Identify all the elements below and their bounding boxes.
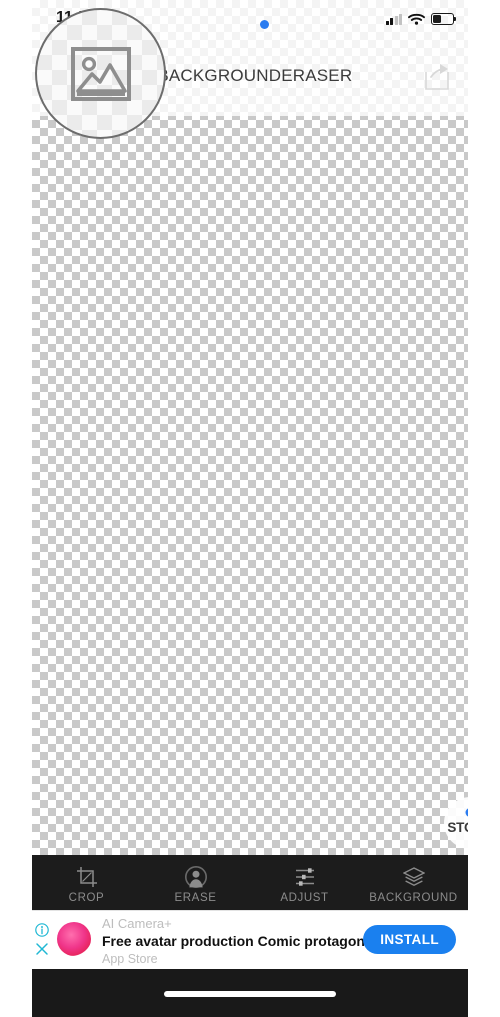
person-portrait-icon xyxy=(184,865,207,888)
tab-adjust-label: ADJUST xyxy=(280,891,329,904)
tab-crop[interactable]: CROP xyxy=(32,855,141,911)
wifi-icon xyxy=(408,13,425,25)
share-button[interactable] xyxy=(420,60,454,94)
tab-erase-label: ERASE xyxy=(174,891,217,904)
image-placeholder-icon xyxy=(70,46,131,101)
tab-background-label: BACKGROUND xyxy=(369,891,458,904)
ad-headline: Free avatar production Comic protagonist xyxy=(102,933,382,949)
ad-controls xyxy=(35,923,49,956)
screenshot-root: #BACKGROUNDERASER 11:56 xyxy=(0,0,500,1017)
tab-erase[interactable]: ERASE xyxy=(141,855,250,911)
install-button[interactable]: INSTALL xyxy=(363,925,456,954)
camera-lens-icon xyxy=(57,922,91,956)
tab-adjust[interactable]: ADJUST xyxy=(250,855,359,911)
info-circle-icon[interactable] xyxy=(35,923,49,937)
blue-dot-badge-icon xyxy=(465,808,468,817)
ad-text-block: AI Camera+ Free avatar production Comic … xyxy=(102,916,402,967)
home-bar xyxy=(32,969,468,1017)
ad-source: App Store xyxy=(102,952,158,966)
ad-banner[interactable]: AI Camera+ Free avatar production Comic … xyxy=(32,911,468,969)
status-indicators xyxy=(385,13,457,25)
device-viewport: #BACKGROUNDERASER 11:56 xyxy=(32,0,468,1017)
magnifier-loupe xyxy=(35,8,166,139)
home-indicator-bar[interactable] xyxy=(164,991,336,997)
tab-crop-label: CROP xyxy=(68,891,105,904)
ad-app-name: AI Camera+ xyxy=(102,916,172,931)
blue-status-dot-icon xyxy=(260,20,269,29)
close-x-icon[interactable] xyxy=(35,942,49,956)
cellular-signal-icon xyxy=(385,13,402,25)
store-button-label: STORE xyxy=(447,820,468,835)
ad-separator xyxy=(32,910,468,911)
crop-icon xyxy=(76,866,98,888)
tab-background[interactable]: BACKGROUND xyxy=(359,855,468,911)
share-export-icon xyxy=(425,64,449,90)
battery-icon xyxy=(431,13,457,25)
sliders-icon xyxy=(294,866,316,888)
layers-icon xyxy=(402,866,425,888)
bottom-toolbar: CROP ERASE ADJUST BACKGROUND xyxy=(32,855,468,911)
